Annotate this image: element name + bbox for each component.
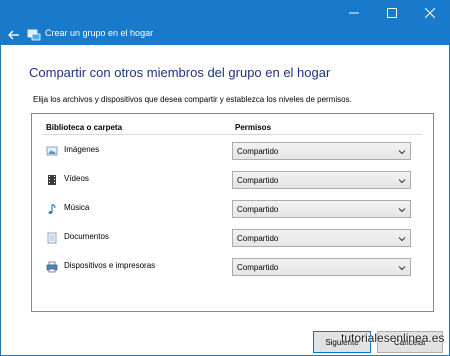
list-item-label: Imágenes — [64, 145, 100, 154]
homegroup-icon — [27, 29, 41, 41]
navigation-bar: Crear un grupo en el hogar — [1, 25, 449, 45]
column-header-library: Biblioteca o carpeta — [46, 123, 123, 132]
page-heading: Compartir con otros miembros del grupo e… — [29, 65, 331, 80]
chevron-down-icon — [398, 266, 406, 271]
window-title: Crear un grupo en el hogar — [45, 28, 154, 38]
list-item-label: Música — [64, 203, 90, 212]
chevron-down-icon — [398, 237, 406, 242]
list-item-pictures: Imágenes Compartido — [32, 142, 433, 160]
sharing-list: Biblioteca o carpeta Permisos Imágenes C… — [31, 113, 434, 312]
printer-icon — [46, 261, 58, 273]
pictures-icon — [46, 146, 58, 156]
window-controls — [335, 1, 449, 25]
list-item-music: Música Compartido — [32, 200, 433, 218]
permission-value: Compartido — [237, 205, 279, 214]
permission-value: Compartido — [237, 176, 279, 185]
list-item-devices-printers: Dispositivos e impresoras Compartido — [32, 258, 433, 276]
list-item-documents: Documentos Compartido — [32, 229, 433, 247]
list-item-label: Dispositivos e impresoras — [64, 261, 156, 270]
music-icon — [48, 203, 56, 214]
list-item-videos: Vídeos Compartido — [32, 171, 433, 189]
permission-value: Compartido — [237, 234, 279, 243]
page-description: Elija los archivos y dispositivos que de… — [33, 95, 352, 104]
documents-icon — [47, 232, 57, 244]
watermark: tutorialesenlinea.es — [341, 331, 445, 345]
chevron-down-icon — [398, 208, 406, 213]
list-item-label: Documentos — [64, 232, 109, 241]
chevron-down-icon — [398, 179, 406, 184]
permission-select-videos[interactable]: Compartido — [232, 171, 411, 189]
homegroup-wizard-window: Crear un grupo en el hogar Compartir con… — [0, 0, 450, 356]
header-divider — [42, 134, 422, 135]
permission-select-devices-printers[interactable]: Compartido — [232, 258, 411, 276]
minimize-button[interactable] — [335, 1, 373, 25]
permission-value: Compartido — [237, 147, 279, 156]
permission-value: Compartido — [237, 263, 279, 272]
permission-select-pictures[interactable]: Compartido — [232, 142, 411, 160]
permission-select-documents[interactable]: Compartido — [232, 229, 411, 247]
maximize-icon — [387, 8, 397, 18]
chevron-down-icon — [398, 150, 406, 155]
column-header-permissions: Permisos — [235, 123, 272, 132]
close-icon — [425, 8, 435, 18]
title-bar[interactable] — [1, 1, 449, 25]
permission-select-music[interactable]: Compartido — [232, 200, 411, 218]
list-item-label: Vídeos — [64, 174, 89, 183]
minimize-icon — [349, 12, 359, 14]
back-arrow-icon[interactable] — [7, 28, 21, 42]
videos-icon — [48, 175, 56, 185]
close-button[interactable] — [411, 1, 449, 25]
maximize-button[interactable] — [373, 1, 411, 25]
